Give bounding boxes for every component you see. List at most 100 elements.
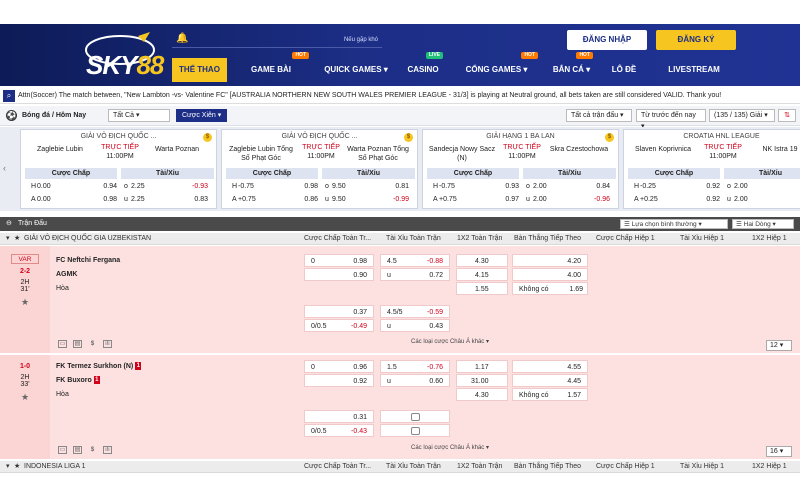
x12-draw[interactable]: 4.30 xyxy=(456,388,508,401)
card-odds-row[interactable]: H -0.75 0.93 o 2.00 0.84 xyxy=(427,181,616,193)
next-goal-away[interactable]: 4.00 xyxy=(512,268,588,281)
nav-livestream[interactable]: LIVESTREAM xyxy=(649,58,739,82)
ou2-under-odds[interactable]: u 0.43 xyxy=(380,319,450,332)
featured-card[interactable]: CROATIA HNL LEAGUE$Slaven KoprivnicaTRỰC… xyxy=(623,129,800,209)
nav-the-thao[interactable]: THỂ THAO xyxy=(172,58,227,82)
hdp-away-odds[interactable]: 0.92 xyxy=(304,374,374,387)
parlay-button[interactable]: Cược Xiên ▾ xyxy=(176,109,228,122)
match-score: 1-0 xyxy=(19,363,31,370)
card-ou-line: 2.25 xyxy=(131,196,145,203)
hdp-away-odds[interactable]: 0.90 xyxy=(304,268,374,281)
star-icon[interactable]: ★ xyxy=(0,392,50,403)
stats-icon[interactable]: ▤ xyxy=(73,340,82,348)
cashout-icon[interactable]: $ xyxy=(88,341,97,349)
nav-casino[interactable]: CASINO LIVE xyxy=(397,52,449,82)
card-ou-side: o xyxy=(325,183,329,190)
login-button[interactable]: ĐĂNG NHẬP xyxy=(567,30,647,50)
stats-icon[interactable]: ▤ xyxy=(73,446,82,454)
time-filter-select[interactable]: Từ trước đến nay ▾ xyxy=(636,109,706,130)
card-ou-line: 2.00 xyxy=(533,196,547,203)
next-goal-none[interactable]: Không có 1.57 xyxy=(512,388,588,401)
card-time: 11:00PM xyxy=(508,153,536,160)
next-goal-none[interactable]: Không có 1.69 xyxy=(512,282,588,295)
more-asian-bets-link[interactable]: Các loại cược Châu Á khác ▾ xyxy=(300,444,600,453)
more-asian-bets-link[interactable]: Các loại cược Châu Á khác ▾ xyxy=(300,338,600,347)
league-header-uzbekistan[interactable]: ▾ ★ GIẢI VÔ ĐỊCH QUỐC GIA UZBEKISTAN Cượ… xyxy=(0,233,800,245)
featured-matches: ‹ › GIẢI VÔ ĐỊCH QUỐC ...$Zaglebie Lubin… xyxy=(0,127,800,211)
next-goal-away[interactable]: 4.45 xyxy=(512,374,588,387)
card-odds-row[interactable]: A +0.75 0.86 u 9.50 -0.99 xyxy=(226,194,415,206)
ou-over-odds[interactable]: 4.5 -0.88 xyxy=(380,254,450,267)
collapse-icon[interactable]: ⊖ xyxy=(6,217,12,231)
all-select[interactable]: Tất Cả ▾ xyxy=(108,109,170,122)
match-row-2: 1-0 2H 33' ★ FK Termez Surkhon (N) 1 FK B… xyxy=(0,355,800,459)
x12-home[interactable]: 1.17 xyxy=(456,360,508,373)
hdp2-away-odds[interactable]: 0/0.5 -0.49 xyxy=(304,319,374,332)
card-odds-row[interactable]: A 0.00 0.98 u 2.25 0.83 xyxy=(25,194,214,206)
bet-count-select[interactable]: 16 ▾ xyxy=(766,446,792,457)
nav-game-bai[interactable]: GAME BÀI HOT xyxy=(227,52,315,82)
hdp2-away-odds[interactable]: 0/0.5 -0.43 xyxy=(304,424,374,437)
league-count-select[interactable]: (135 / 135) Giải ▾ xyxy=(709,109,775,122)
col-ou: Tài Xỉu Toàn Trận xyxy=(386,463,441,470)
card-hdp-odds: 0.86 xyxy=(304,196,318,203)
sort-icon[interactable]: ⇅ xyxy=(778,109,796,122)
ou-under-odds[interactable]: u 0.72 xyxy=(380,268,450,281)
league-header-indonesia[interactable]: ▾ ★ INDONESIA LIGA 1 Cược Chấp Toàn Tr..… xyxy=(0,461,800,473)
next-goal-home[interactable]: 4.55 xyxy=(512,360,588,373)
cashout-icon[interactable]: $ xyxy=(88,447,97,455)
ou2-over-odds[interactable]: 4.5/5 -0.59 xyxy=(380,305,450,318)
hdp2-home-odds[interactable]: 0.31 xyxy=(304,410,374,423)
featured-card[interactable]: GIẢI HẠNG 1 BA LAN $ Sandecja Nowy Sacz (N… xyxy=(422,129,619,209)
featured-card[interactable]: GIẢI VÔ ĐỊCH QUỐC ... $ Zaglebie Lubin Tổn… xyxy=(221,129,418,209)
star-icon[interactable]: ★ xyxy=(14,233,20,245)
card-odds-row[interactable]: A +0.75 0.97 u 2.00 -0.96 xyxy=(427,194,616,206)
col-hdp-h1: Cược Chấp Hiệp 1 xyxy=(596,463,655,470)
hdp2-home-odds[interactable]: 0.37 xyxy=(304,305,374,318)
sky88-logo[interactable]: SKY88 xyxy=(80,30,172,82)
match-tools: ▭ ▤ $ ılı xyxy=(58,446,118,455)
x12-away[interactable]: 31.00 xyxy=(456,374,508,387)
star-icon[interactable]: ★ xyxy=(0,297,50,308)
x12-draw[interactable]: 1.55 xyxy=(456,282,508,295)
nav-ban-ca[interactable]: BẮN CÁ ▾ HOT xyxy=(544,52,599,82)
nav-lo-de[interactable]: LÔ ĐỀ xyxy=(599,58,649,82)
card-odds-row[interactable]: H -0.75 0.98 o 9.50 0.81 xyxy=(226,181,415,193)
view-mode-select[interactable]: ☰ Lựa chọn bình thường ▾ xyxy=(620,219,728,229)
card-ou-odds: -0.96 xyxy=(594,196,610,203)
scoreboard-icon[interactable]: ▭ xyxy=(58,340,67,348)
card-ou-header: Tài/Xỉu xyxy=(724,168,800,179)
line-mode-select[interactable]: ☰ Hai Dòng ▾ xyxy=(732,219,794,229)
ou-under-odds[interactable]: u 0.60 xyxy=(380,374,450,387)
logo-text: SKY88 xyxy=(86,50,164,80)
card-odds-row[interactable]: H -0.25 0.92 o 2.00 xyxy=(628,181,800,193)
bet-count-select[interactable]: 12 ▾ xyxy=(766,340,792,351)
ou-over-odds[interactable]: 1.5 -0.76 xyxy=(380,360,450,373)
search-icon[interactable]: ⌕ xyxy=(3,90,15,102)
featured-card[interactable]: GIẢI VÔ ĐỊCH QUỐC ... $ Zaglebie Lubin TRỰC… xyxy=(20,129,217,209)
nav-cong-games[interactable]: CỔNG GAMES ▾ HOT xyxy=(449,52,544,82)
prev-arrow-icon[interactable]: ‹ xyxy=(3,163,6,173)
register-button[interactable]: ĐĂNG KÝ xyxy=(656,30,736,50)
chart-icon[interactable]: ılı xyxy=(103,446,112,454)
x12-away[interactable]: 4.15 xyxy=(456,268,508,281)
card-ou-odds: -0.99 xyxy=(393,196,409,203)
card-ou-side: o xyxy=(526,183,530,190)
card-ou-side: u xyxy=(325,196,329,203)
section-title: Trận Đấu xyxy=(18,220,47,227)
match-filter-select[interactable]: Tất cả trận đấu ▾ xyxy=(566,109,632,122)
next-goal-home[interactable]: 4.20 xyxy=(512,254,588,267)
hdp-home-odds[interactable]: 0 0.96 xyxy=(304,360,374,373)
scoreboard-icon[interactable]: ▭ xyxy=(58,446,67,454)
x12-home[interactable]: 4.30 xyxy=(456,254,508,267)
chart-icon[interactable]: ılı xyxy=(103,340,112,348)
hdp-home-odds[interactable]: 0 0.98 xyxy=(304,254,374,267)
card-hdp-odds: 0.92 xyxy=(706,183,720,190)
star-icon[interactable]: ★ xyxy=(14,461,20,473)
card-hdp-odds: 0.93 xyxy=(505,183,519,190)
col-hdp-h1: Cược Chấp Hiệp 1 xyxy=(596,235,655,242)
nav-quick-games[interactable]: QUICK GAMES ▾ xyxy=(315,58,397,82)
sport-title: Bóng đá / Hôm Nay xyxy=(22,112,87,119)
card-odds-row[interactable]: A +0.25 0.92 u 2.00 xyxy=(628,194,800,206)
card-odds-row[interactable]: H 0.00 0.94 o 2.25 -0.93 xyxy=(25,181,214,193)
